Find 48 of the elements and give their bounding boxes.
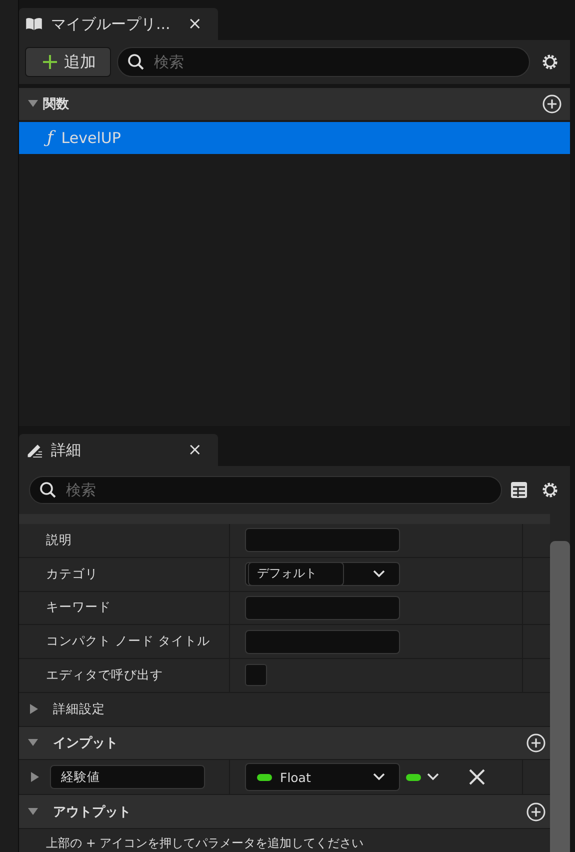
type-dropdown[interactable]: Float [245,763,400,792]
category-header[interactable]: インプット [19,726,550,760]
collapse-arrow-icon [27,806,39,817]
scrollbar-thumb[interactable] [550,541,570,852]
expand-arrow-icon [29,703,39,716]
search-icon [127,53,145,71]
plus-icon [42,54,58,70]
close-icon[interactable] [469,769,485,786]
pencil-icon [25,442,43,458]
search-field[interactable]: 検索 [117,47,530,77]
panel-tab[interactable]: マイブループリ... × [19,8,218,40]
settings-icon[interactable] [540,52,560,72]
panel-tab[interactable]: 詳細 × [19,434,218,466]
collapse-arrow-icon [27,738,39,748]
checkbox[interactable] [245,664,267,686]
property-label: コンパクト ノード タイトル [46,633,210,650]
hint-text: 上部の + アイコンを押してパラメータを追加してください [46,836,364,850]
chevron-icon [373,773,385,782]
add-icon[interactable] [526,733,546,754]
settings-icon[interactable] [540,480,560,500]
text-field[interactable] [245,596,400,620]
tab-title: マイブループリ... [51,14,172,34]
category-dropdown[interactable]: デフォルト [245,562,400,586]
property-label: キーワード [46,599,111,616]
add-icon[interactable] [542,94,562,114]
table-icon[interactable] [510,481,528,499]
collapse-arrow-icon [27,99,39,109]
property-label: 説明 [46,532,72,549]
add-icon[interactable] [526,802,546,822]
search-field[interactable]: 検索 [29,476,502,504]
add-button[interactable]: 追加 [25,47,111,77]
search-icon [39,481,57,499]
category-header[interactable]: アウトプット [19,795,550,829]
section-header[interactable]: 関数 [19,88,570,122]
close-button[interactable]: × [180,440,210,460]
chevron-icon [373,570,385,578]
text-field[interactable] [245,528,400,552]
function-item[interactable]: ƒ LevelUP [19,122,570,154]
close-button[interactable]: × [180,14,210,34]
property-label: カテゴリ [46,566,98,583]
expand-arrow-icon[interactable] [30,771,40,784]
book-icon [25,17,43,31]
parameter-name-field[interactable]: 経験値 [50,765,205,790]
text-field[interactable] [245,630,400,654]
tab-title: 詳細 [51,440,82,460]
container-type-dropdown[interactable] [406,773,439,782]
property-label: エディタで呼び出す [46,666,163,684]
chevron-icon [427,773,439,782]
